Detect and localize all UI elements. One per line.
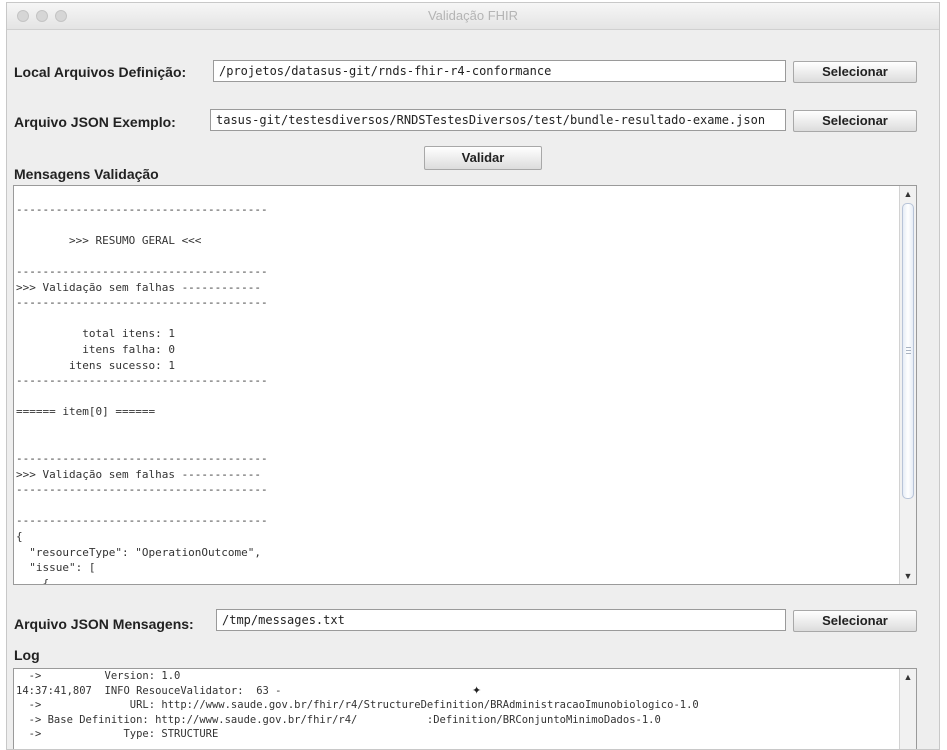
log-label: Log bbox=[14, 647, 40, 663]
json-exemplo-select-button[interactable]: Selecionar bbox=[793, 110, 917, 132]
text-line: itens sucesso: 1 bbox=[16, 358, 175, 372]
local-definicao-field[interactable]: /projetos/datasus-git/rnds-fhir-r4-confo… bbox=[213, 60, 786, 82]
text-line: { bbox=[16, 530, 23, 544]
local-definicao-select-button[interactable]: Selecionar bbox=[793, 61, 917, 83]
mensagens-validacao-textarea[interactable]: -------------------------------------- >… bbox=[13, 185, 917, 585]
text-line: -------------------------------------- bbox=[16, 483, 268, 497]
scroll-down-arrow-icon[interactable]: ▼ bbox=[900, 568, 916, 584]
mensagens-validacao-label: Mensagens Validação bbox=[14, 166, 159, 182]
text-line bbox=[16, 217, 898, 233]
text-line: -------------------------------------- bbox=[16, 514, 268, 528]
text-line: >>> RESUMO GERAL <<< bbox=[16, 233, 202, 247]
text-line: >>> Validação sem falhas ------------ bbox=[16, 280, 262, 294]
text-line: "resourceType": "OperationOutcome", bbox=[16, 545, 262, 559]
mensagens-scrollbar[interactable]: ▲ ▼ bbox=[899, 186, 916, 584]
json-mensagens-label: Arquivo JSON Mensagens: bbox=[14, 616, 194, 632]
grip-line bbox=[906, 347, 911, 348]
text-line bbox=[16, 311, 898, 327]
move-cursor-icon: ✦ bbox=[472, 685, 482, 697]
text-line: -> URL: http://www.saude.gov.br/fhir/r4/… bbox=[16, 699, 699, 711]
text-line: -------------------------------------- bbox=[16, 296, 268, 310]
text-line: -------------------------------------- bbox=[16, 264, 268, 278]
text-line: total itens: 1 bbox=[16, 327, 175, 341]
json-exemplo-label: Arquivo JSON Exemplo: bbox=[14, 114, 176, 130]
validar-button[interactable]: Validar bbox=[424, 146, 542, 170]
text-line: itens falha: 0 bbox=[16, 342, 175, 356]
scroll-thumb[interactable] bbox=[902, 203, 914, 499]
text-line bbox=[16, 498, 898, 514]
app-window: Validação FHIR Local Arquivos Definição:… bbox=[6, 2, 940, 750]
text-line: { bbox=[16, 576, 50, 584]
text-line bbox=[16, 420, 898, 436]
text-line: 14:37:41,807 INFO ResouceValidator: 63 - bbox=[16, 684, 282, 697]
text-line: -> Type: STRUCTURE bbox=[16, 728, 219, 740]
local-definicao-label: Local Arquivos Definição: bbox=[14, 64, 187, 80]
title-bar: Validação FHIR bbox=[7, 3, 939, 30]
text-line bbox=[16, 436, 898, 452]
log-scrollbar[interactable]: ▲ bbox=[899, 669, 916, 749]
log-content[interactable]: -> Version: 1.0 14:37:41,807 INFO Resouce… bbox=[14, 669, 898, 749]
text-line: -------------------------------------- bbox=[16, 452, 268, 466]
json-mensagens-field[interactable]: /tmp/messages.txt bbox=[216, 609, 786, 631]
log-textarea[interactable]: -> Version: 1.0 14:37:41,807 INFO Resouce… bbox=[13, 668, 917, 749]
text-line bbox=[16, 186, 898, 202]
text-line: -> Base Definition: http://www.saude.gov… bbox=[16, 713, 661, 726]
json-mensagens-select-button[interactable]: Selecionar bbox=[793, 610, 917, 632]
text-line: "issue": [ bbox=[16, 561, 96, 575]
text-line bbox=[16, 389, 898, 405]
scroll-up-arrow-icon[interactable]: ▲ bbox=[900, 186, 916, 202]
mensagens-validacao-content[interactable]: -------------------------------------- >… bbox=[14, 186, 898, 584]
text-line: >>> Validação sem falhas ------------ bbox=[16, 467, 262, 481]
text-line bbox=[16, 248, 898, 264]
grip-line bbox=[906, 353, 911, 354]
window-title: Validação FHIR bbox=[427, 8, 519, 23]
text-line: -------------------------------------- bbox=[16, 202, 268, 216]
json-exemplo-field[interactable]: tasus-git/testesdiversos/RNDSTestesDiver… bbox=[210, 109, 786, 131]
scroll-up-arrow-icon[interactable]: ▲ bbox=[900, 669, 916, 685]
text-line: -> Version: 1.0 bbox=[16, 670, 181, 682]
text-line: -------------------------------------- bbox=[16, 374, 268, 388]
text-line: ====== item[0] ====== bbox=[16, 405, 156, 419]
grip-line bbox=[906, 350, 911, 351]
